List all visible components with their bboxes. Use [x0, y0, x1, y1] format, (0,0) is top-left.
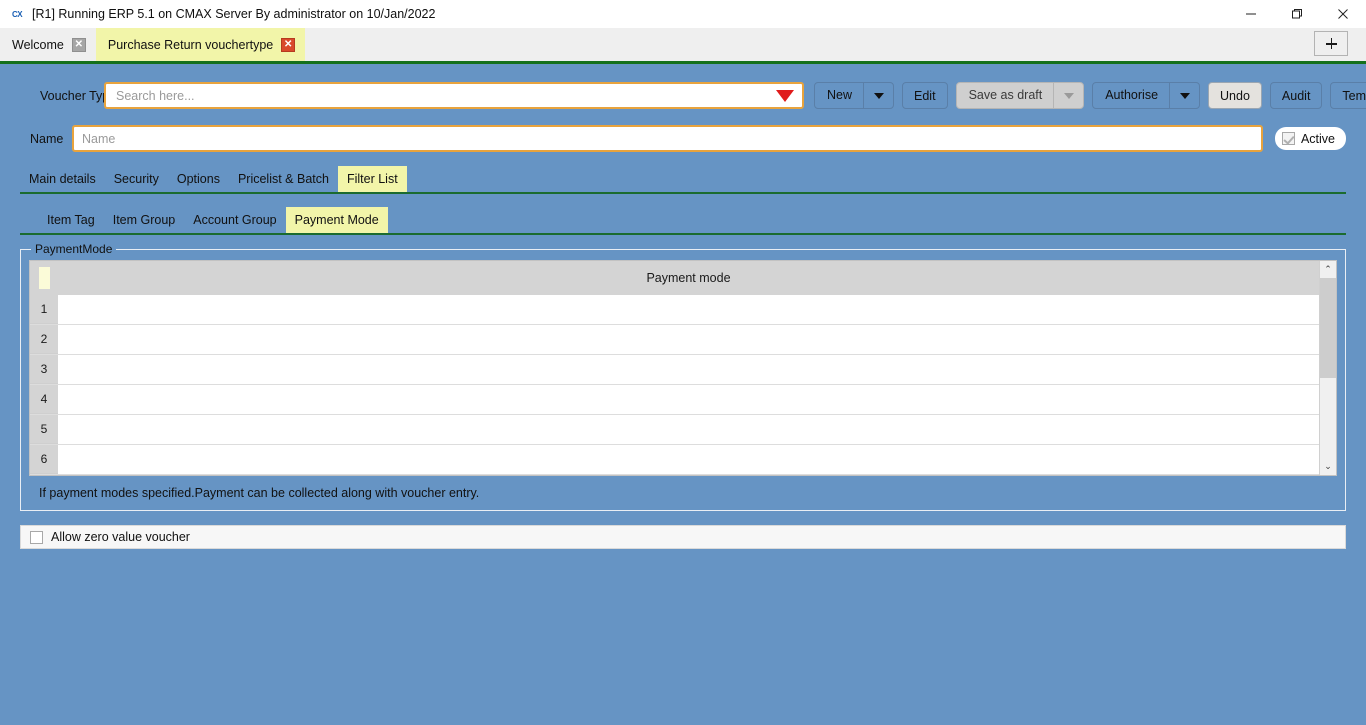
row-number: 3	[30, 355, 58, 384]
new-button-label: New	[827, 88, 853, 102]
tab-pricelist-and-batch[interactable]: Pricelist & Batch	[229, 166, 338, 192]
grid-body: 1 2 3 4 5 6	[30, 295, 1319, 475]
active-checkbox-label: Active	[1300, 131, 1335, 146]
row-number: 6	[30, 445, 58, 474]
scrollbar-thumb[interactable]	[1320, 278, 1336, 378]
tab-main-details[interactable]: Main details	[20, 166, 105, 192]
tab-security[interactable]: Security	[105, 166, 168, 192]
row-number: 2	[30, 325, 58, 354]
chevron-down-icon	[1179, 92, 1190, 99]
tab-item-group[interactable]: Item Group	[104, 207, 185, 233]
save-as-draft-label: Save as draft	[968, 88, 1043, 102]
minimize-icon[interactable]	[1228, 0, 1274, 28]
template-button-label: Template	[1342, 88, 1366, 103]
tab-item-tag[interactable]: Item Tag	[38, 207, 104, 233]
checkbox-icon	[1281, 132, 1295, 145]
document-tab-label: Purchase Return vouchertype	[107, 37, 274, 52]
scroll-down-icon[interactable]: ⌄	[1320, 458, 1336, 475]
scroll-up-icon[interactable]: ⌃	[1320, 261, 1336, 278]
window-title-bar: CX [R1] Running ERP 5.1 on CMAX Server B…	[0, 0, 1366, 28]
close-icon[interactable]: ✕	[71, 37, 86, 52]
cell-payment-mode[interactable]	[58, 325, 1319, 354]
row-number: 5	[30, 415, 58, 444]
edit-button[interactable]: Edit	[902, 82, 948, 109]
chevron-down-icon	[873, 92, 884, 99]
allow-zero-value-voucher-checkbox[interactable]: Allow zero value voucher	[20, 525, 1346, 549]
cell-payment-mode[interactable]	[58, 295, 1319, 324]
cell-payment-mode[interactable]	[58, 415, 1319, 444]
active-checkbox[interactable]: Active	[1274, 127, 1346, 150]
search-input[interactable]	[114, 87, 772, 104]
plus-icon	[1325, 38, 1337, 49]
window-title: [R1] Running ERP 5.1 on CMAX Server By a…	[32, 7, 436, 21]
grid-column-header-payment-mode[interactable]: Payment mode	[58, 261, 1319, 295]
action-toolbar: New Edit Save as draft Authorise Undo Au…	[814, 82, 1366, 109]
undo-button-label: Undo	[1220, 88, 1250, 103]
chevron-down-icon	[1063, 92, 1074, 99]
window-controls	[1228, 0, 1366, 28]
name-row: Name Active	[0, 109, 1366, 152]
payment-mode-groupbox: PaymentMode Payment mode 1 2 3 4 5 6 ⌃ ⌄…	[20, 242, 1346, 511]
name-label: Name	[30, 131, 64, 146]
authorise-button-label: Authorise	[1105, 88, 1159, 102]
table-row[interactable]: 2	[30, 325, 1319, 355]
authorise-dropdown-button[interactable]	[1169, 83, 1199, 108]
grid-vertical-scrollbar[interactable]: ⌃ ⌄	[1319, 261, 1336, 475]
tab-account-group[interactable]: Account Group	[184, 207, 285, 233]
audit-button-label: Audit	[1281, 88, 1311, 103]
name-input[interactable]	[72, 125, 1263, 152]
grid-corner-cell[interactable]	[30, 261, 58, 295]
row-number: 4	[30, 385, 58, 414]
main-content-area: Voucher Type New Edit Save as draft	[0, 64, 1366, 725]
audit-button[interactable]: Audit	[1269, 82, 1323, 109]
document-tab-purchase-return-vouchertype[interactable]: Purchase Return vouchertype ✕	[95, 28, 306, 61]
save-as-draft-dropdown-button[interactable]	[1053, 83, 1083, 108]
secondary-tab-bar: Item Tag Item Group Account Group Paymen…	[20, 207, 1346, 235]
voucher-type-row: Voucher Type New Edit Save as draft	[0, 64, 1366, 109]
close-icon[interactable]	[1320, 0, 1366, 28]
maximize-icon[interactable]	[1274, 0, 1320, 28]
cell-payment-mode[interactable]	[58, 445, 1319, 474]
groupbox-legend: PaymentMode	[31, 242, 117, 256]
new-tab-button[interactable]	[1314, 31, 1348, 56]
tab-options[interactable]: Options	[168, 166, 229, 192]
table-row[interactable]: 5	[30, 415, 1319, 445]
payment-mode-note: If payment modes specified.Payment can b…	[39, 486, 480, 500]
new-dropdown-button[interactable]	[863, 83, 893, 108]
document-tab-welcome[interactable]: Welcome ✕	[0, 28, 96, 61]
table-row[interactable]: 1	[30, 295, 1319, 325]
authorise-button[interactable]: Authorise	[1092, 82, 1201, 109]
grid-corner-marker-icon	[38, 267, 50, 289]
checkbox-icon	[30, 530, 43, 544]
table-row[interactable]: 3	[30, 355, 1319, 385]
grid-header-row: Payment mode	[30, 261, 1319, 295]
row-number: 1	[30, 295, 58, 324]
cell-payment-mode[interactable]	[58, 385, 1319, 414]
payment-mode-grid: Payment mode 1 2 3 4 5 6 ⌃ ⌄	[29, 260, 1337, 476]
app-logo-icon: CX	[11, 9, 23, 19]
grid-main: Payment mode 1 2 3 4 5 6	[30, 261, 1319, 475]
document-tab-label: Welcome	[12, 37, 64, 52]
primary-tab-bar: Main details Security Options Pricelist …	[20, 166, 1346, 194]
close-icon[interactable]: ✕	[281, 37, 296, 52]
template-button[interactable]: Template	[1330, 82, 1366, 109]
document-tab-strip: Welcome ✕ Purchase Return vouchertype ✕	[0, 28, 1366, 61]
voucher-type-search-field[interactable]	[104, 82, 804, 109]
table-row[interactable]: 6	[30, 445, 1319, 475]
tab-payment-mode[interactable]: Payment Mode	[285, 207, 388, 233]
tab-filter-list[interactable]: Filter List	[337, 166, 407, 192]
cell-payment-mode[interactable]	[58, 355, 1319, 384]
save-as-draft-button[interactable]: Save as draft	[955, 82, 1085, 109]
voucher-type-label: Voucher Type	[40, 88, 117, 103]
edit-button-label: Edit	[914, 88, 936, 103]
table-row[interactable]: 4	[30, 385, 1319, 415]
allow-zero-value-voucher-label: Allow zero value voucher	[51, 530, 190, 544]
undo-button[interactable]: Undo	[1208, 82, 1262, 109]
chevron-down-icon[interactable]	[776, 89, 794, 102]
new-button[interactable]: New	[814, 82, 895, 109]
scrollbar-track[interactable]	[1320, 278, 1336, 458]
